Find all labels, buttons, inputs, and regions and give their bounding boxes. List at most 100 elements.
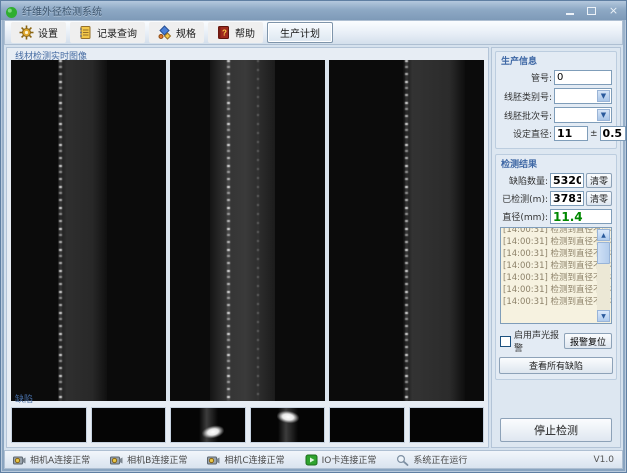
blank-batch-label: 线胚批次号: (500, 109, 552, 122)
production-plan-button[interactable]: 生产计划 (267, 22, 333, 43)
fiber-band (58, 60, 108, 401)
status-io-card-label: IO卡连接正常 (322, 453, 377, 466)
plus-minus-label: ± (590, 129, 598, 139)
camera-a-view (11, 60, 166, 401)
diameter-label: 直径(mm): (500, 210, 548, 223)
set-diameter-input[interactable] (554, 126, 588, 141)
camera-icon (207, 454, 220, 466)
close-button[interactable]: × (605, 4, 622, 18)
defect-blob (276, 410, 299, 425)
settings-button[interactable]: 设置 (11, 22, 66, 43)
record-query-label: 记录查询 (97, 25, 137, 40)
blank-type-select[interactable]: ▼ (554, 88, 612, 104)
scroll-up-icon[interactable]: ▲ (597, 229, 610, 241)
measured-length-label: 已检测(m): (500, 192, 548, 205)
fiber-edge-speckle (405, 60, 408, 401)
version-label: V1.0 (594, 455, 614, 465)
camera-icon (13, 454, 26, 466)
defect-thumbnail[interactable] (170, 407, 246, 443)
status-camera-b: 相机B连接正常 (110, 453, 187, 466)
app-icon (5, 4, 18, 17)
measured-length-input[interactable] (550, 191, 584, 206)
spec-icon (157, 25, 172, 40)
view-all-defects-button[interactable]: 查看所有缺陷 (499, 357, 613, 374)
detection-results-group: 检测结果 缺陷数量: 清零 已检测(m): 清零 直径(mm): [14:00:… (495, 154, 617, 380)
status-system-running-label: 系统正在运行 (413, 453, 467, 466)
status-system-running: 系统正在运行 (396, 453, 467, 466)
sound-light-alarm-label: 启用声光报警 (514, 328, 561, 354)
log-entry: [14:00:31] 检测到直径不合格 (503, 296, 596, 308)
defect-thumbnail[interactable] (250, 407, 326, 443)
help-label: 帮助 (235, 25, 255, 40)
status-io-card: IO卡连接正常 (305, 453, 377, 466)
live-image-area: 线材检测实时图像 缺陷 (6, 47, 489, 448)
production-info-group: 生产信息 管号: 线胚类别号: ▼ 线胚批次号: ▼ 设定直径: ± (495, 51, 617, 149)
log-entry: [14:00:31] 检测到直径不合格 (503, 248, 596, 260)
statusbar: 相机A连接正常 相机B连接正常 相机C连接正常 IO卡连接正常 系统正在运行 V… (4, 450, 623, 469)
tube-no-label: 管号: (500, 71, 552, 84)
toolbar: 设置 记录查询 规格 ? 帮助 生产计划 (4, 20, 623, 45)
alarm-reset-button[interactable]: 报警复位 (564, 333, 612, 349)
record-query-button[interactable]: 记录查询 (70, 22, 145, 43)
fiber-band (210, 60, 275, 401)
spec-label: 规格 (176, 25, 196, 40)
right-panel: 生产信息 管号: 线胚类别号: ▼ 线胚批次号: ▼ 设定直径: ± (491, 47, 621, 448)
status-camera-a-label: 相机A连接正常 (30, 453, 90, 466)
settings-label: 设置 (38, 25, 58, 40)
io-card-icon (305, 454, 318, 466)
fiber-band (403, 60, 465, 401)
scroll-down-icon[interactable]: ▼ (597, 310, 610, 322)
window-controls: × (561, 4, 622, 18)
fiber-edge-speckle (59, 60, 62, 401)
log-entry: [14:00:31] 检测到直径不合格 (503, 236, 596, 248)
detection-log-list[interactable]: [14:00:31] 检测到直径不合格 [14:00:31] 检测到直径不合格 … (500, 227, 612, 324)
tube-no-input[interactable] (554, 70, 612, 85)
status-camera-c: 相机C连接正常 (207, 453, 284, 466)
help-button[interactable]: ? 帮助 (208, 22, 263, 43)
blank-batch-select[interactable]: ▼ (554, 107, 612, 123)
clear-measured-button[interactable]: 清零 (586, 191, 612, 206)
chevron-down-icon[interactable]: ▼ (597, 109, 610, 121)
defect-blob (201, 424, 225, 440)
diameter-input[interactable] (550, 209, 612, 224)
detection-results-title: 检测结果 (501, 157, 613, 170)
fiber-edge-speckle (227, 60, 230, 401)
record-query-icon (78, 25, 93, 40)
spec-button[interactable]: 规格 (149, 22, 204, 43)
set-diameter-label: 设定直径: (500, 127, 552, 140)
defect-thumbnail[interactable] (409, 407, 485, 443)
svg-text:?: ? (222, 29, 227, 38)
production-info-title: 生产信息 (501, 54, 613, 67)
magnifier-icon (396, 454, 409, 466)
defect-count-label: 缺陷数量: (500, 174, 548, 187)
fiber-edge-speckle (257, 60, 259, 401)
sound-light-alarm-checkbox[interactable] (500, 336, 511, 347)
log-scrollbar[interactable]: ▲ ▼ (597, 229, 610, 322)
defect-strip-label: 缺陷 (15, 392, 33, 405)
settings-icon (19, 25, 34, 40)
scrollbar-thumb[interactable] (597, 242, 610, 264)
defect-thumbnail[interactable] (329, 407, 405, 443)
restore-button[interactable] (583, 4, 600, 18)
status-camera-a: 相机A连接正常 (13, 453, 90, 466)
stop-detection-button[interactable]: 停止检测 (500, 418, 612, 442)
log-entry: [14:00:31] 检测到直径不合格 (503, 284, 596, 296)
production-plan-label: 生产计划 (280, 25, 320, 40)
camera-views (11, 60, 484, 401)
defect-thumbnail[interactable] (91, 407, 167, 443)
status-camera-b-label: 相机B连接正常 (127, 453, 187, 466)
clear-defect-count-button[interactable]: 清零 (586, 173, 612, 188)
log-entry: [14:00:31] 检测到直径不合格 (503, 272, 596, 284)
defect-thumbnail[interactable] (11, 407, 87, 443)
status-camera-c-label: 相机C连接正常 (224, 453, 284, 466)
defect-count-input[interactable] (550, 173, 584, 188)
defect-thumbnails (11, 407, 484, 443)
app-window: 纤维外径检测系统 × 设置 记录查询 规格 ? 帮助 生产计划 (0, 0, 627, 473)
titlebar: 纤维外径检测系统 × (1, 1, 626, 20)
minimize-button[interactable] (561, 4, 578, 18)
content-area: 线材检测实时图像 缺陷 (4, 45, 623, 450)
chevron-down-icon[interactable]: ▼ (597, 90, 610, 102)
tolerance-input[interactable] (600, 126, 626, 141)
camera-icon (110, 454, 123, 466)
camera-c-view (329, 60, 484, 401)
